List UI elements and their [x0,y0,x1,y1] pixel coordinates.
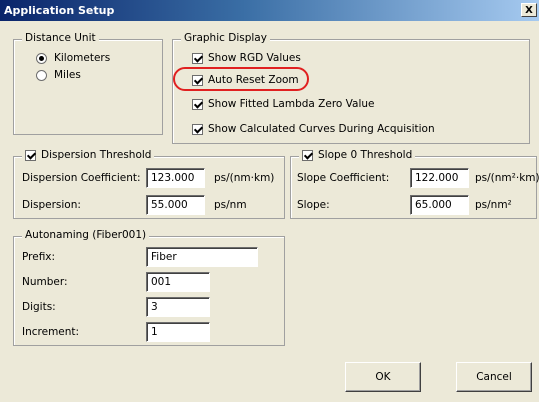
dispersion-label: Dispersion: [22,199,81,211]
slope-input[interactable] [410,195,469,215]
dispersion-coefficient-label: Dispersion Coefficient: [22,172,141,184]
highlight-ellipse [173,67,309,91]
autonaming-title: Autonaming (Fiber001) [22,229,150,241]
title-bar: Application Setup X [0,0,539,21]
show-fitted-lambda-label: Show Fitted Lambda Zero Value [208,98,375,110]
graphic-display-title: Graphic Display [181,32,270,44]
slope-coefficient-unit: ps/(nm²·km) [475,172,539,184]
dispersion-coefficient-input[interactable] [146,168,205,188]
slope-threshold-title: Slope 0 Threshold [318,149,413,161]
radio-miles[interactable]: Miles [36,69,81,81]
slope-coefficient-label: Slope Coefficient: [297,172,390,184]
dispersion-threshold-check[interactable] [25,149,36,161]
dispersion-threshold-title: Dispersion Threshold [41,149,152,161]
prefix-label: Prefix: [22,251,56,263]
digits-label: Digits: [22,301,56,313]
show-calculated-curves-label: Show Calculated Curves During Acquisitio… [208,123,435,135]
prefix-input[interactable] [146,247,258,267]
show-fitted-lambda-check[interactable] [192,98,203,110]
radio-kilometers-indicator[interactable] [36,52,47,64]
ok-button[interactable]: OK [345,362,421,392]
slope-threshold-check[interactable] [302,149,313,161]
show-rgd-values-checkbox[interactable]: Show RGD Values [192,52,301,64]
digits-input[interactable] [146,297,210,317]
dispersion-threshold-toggle[interactable]: Dispersion Threshold [22,149,155,161]
radio-miles-indicator[interactable] [36,69,47,81]
show-rgd-values-label: Show RGD Values [208,52,301,64]
radio-miles-label: Miles [54,69,81,81]
increment-input[interactable] [146,322,210,342]
window-title: Application Setup [4,4,115,17]
show-calculated-curves-checkbox[interactable]: Show Calculated Curves During Acquisitio… [192,123,435,135]
distance-unit-title: Distance Unit [22,32,99,44]
close-button[interactable]: X [521,3,537,17]
slope-coefficient-input[interactable] [410,168,469,188]
cancel-button[interactable]: Cancel [456,362,532,392]
slope-unit: ps/nm² [475,199,512,211]
dispersion-unit: ps/nm [214,199,247,211]
show-fitted-lambda-checkbox[interactable]: Show Fitted Lambda Zero Value [192,98,375,110]
increment-label: Increment: [22,326,80,338]
slope-label: Slope: [297,199,330,211]
slope-threshold-toggle[interactable]: Slope 0 Threshold [299,149,416,161]
show-rgd-values-check[interactable] [192,52,203,64]
dispersion-input[interactable] [146,195,205,215]
show-calculated-curves-check[interactable] [192,123,203,135]
number-label: Number: [22,276,68,288]
radio-kilometers[interactable]: Kilometers [36,52,110,64]
dispersion-coefficient-unit: ps/(nm·km) [214,172,275,184]
number-input[interactable] [146,272,210,292]
radio-kilometers-label: Kilometers [54,52,111,64]
